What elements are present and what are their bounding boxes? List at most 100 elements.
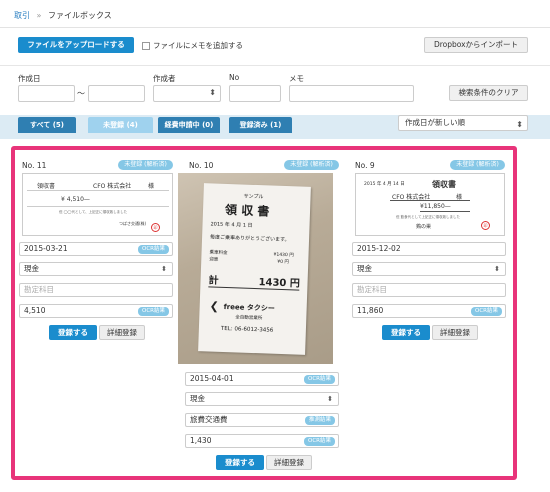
upload-file-button[interactable]: ファイルをアップロードする (18, 37, 134, 53)
ocr-result-tag: OCR結果 (138, 307, 169, 316)
filter-no-label: No (229, 73, 240, 82)
receipt-tel: TEL: 06-6012-3456 (220, 325, 274, 334)
receipt-thumbnail[interactable]: 領収書 CFO 株式会社 様 ¥ 4,510— 但 ◯◯代として、上記正に領収致… (22, 173, 173, 236)
seal-stamp-icon: 印 (151, 223, 160, 232)
detail-register-button[interactable]: 詳細登録 (99, 325, 145, 340)
add-memo-checkbox-row[interactable]: ファイルにメモを追加する (142, 40, 243, 51)
receipt-date: 2015 年 4 月 1 日 (210, 221, 253, 229)
register-button[interactable]: 登録する (49, 325, 97, 340)
receipt-area: 全自動営業所 (235, 315, 263, 322)
payment-value: 現金 (190, 394, 205, 403)
divider (390, 200, 470, 201)
receipt-sample-label: サンプル (243, 193, 264, 201)
payment-value: 現金 (24, 264, 39, 273)
filter-date-label: 作成日 (18, 74, 41, 83)
tab-expense-pending[interactable]: 経費申請中 (0) (158, 117, 220, 133)
receipt-thumbnail[interactable]: 2015 年 4 月 14 日 領収書 CFO 株式会社 様 ¥11,850— … (355, 173, 505, 236)
ocr-result-tag: OCR結果 (138, 245, 169, 254)
filter-creator-label: 作成者 (153, 74, 176, 83)
filter-memo-input[interactable] (289, 85, 414, 102)
date-field[interactable]: 2015-03-21 OCR結果 (19, 242, 173, 256)
account-placeholder: 勘定科目 (357, 285, 387, 294)
tab-unregistered[interactable]: 未登録 (4) (88, 117, 153, 133)
payment-select[interactable]: 現金 ⬍ (185, 392, 339, 406)
detail-register-button[interactable]: 詳細登録 (432, 325, 478, 340)
receipt-date: 2015 年 4 月 14 日 (364, 182, 405, 187)
add-memo-label: ファイルにメモを追加する (153, 41, 243, 50)
detail-register-button[interactable]: 詳細登録 (266, 455, 312, 470)
tab-registered[interactable]: 登録済み (1) (229, 117, 292, 133)
receipt-note: 但 飲食代として上記正に領収致しました (396, 215, 461, 219)
sort-select-value: 作成日が新しい順 (405, 118, 465, 127)
register-button[interactable]: 登録する (216, 455, 264, 470)
receipt-fare: ¥1430 円 (273, 252, 294, 259)
receipt-total: 1430 円 (258, 277, 301, 290)
payment-select[interactable]: 現金 ⬍ (19, 262, 173, 276)
divider (420, 211, 470, 212)
freee-logo-icon: ❮ (209, 299, 220, 313)
card-number: No. 11 (22, 161, 47, 170)
receipt-note: 但 ◯◯代として、上記正に領収致しました (59, 210, 128, 214)
dropbox-import-button[interactable]: Dropboxからインポート (424, 37, 528, 53)
card-number: No. 10 (189, 161, 214, 170)
clear-filters-button[interactable]: 検索条件のクリア (449, 85, 528, 101)
amount-field[interactable]: 11,860 OCR結果 (352, 304, 506, 318)
chevron-updown-icon: ⬍ (494, 265, 500, 273)
date-value: 2015-12-02 (357, 244, 401, 253)
breadcrumb-current: ファイルボックス (48, 11, 112, 20)
receipt-paper: サンプル 領 収 書 2015 年 4 月 1 日 毎度ご乗車ありがとうございま… (198, 183, 311, 355)
chevron-updown-icon: ⬍ (516, 120, 523, 129)
account-value: 旅費交通費 (190, 415, 228, 424)
guess-result-tag: 推測結果 (304, 416, 335, 425)
receipt-photo[interactable]: サンプル 領 収 書 2015 年 4 月 1 日 毎度ご乗車ありがとうございま… (178, 173, 333, 364)
amount-value: 1,430 (190, 436, 212, 445)
register-button[interactable]: 登録する (382, 325, 430, 340)
date-field[interactable]: 2015-12-02 (352, 242, 506, 256)
chevron-updown-icon: ⬍ (209, 88, 216, 97)
receipt-amount: ¥11,850— (420, 203, 451, 210)
date-field[interactable]: 2015-04-01 OCR結果 (185, 372, 339, 386)
amount-field[interactable]: 1,430 OCR結果 (185, 434, 339, 448)
payment-select[interactable]: 現金 ⬍ (352, 262, 506, 276)
breadcrumb: 取引 » ファイルボックス (0, 0, 550, 28)
ocr-result-tag: OCR結果 (304, 437, 335, 446)
amount-field[interactable]: 4,510 OCR結果 (19, 304, 173, 318)
receipt-company: CFO 株式会社 (93, 183, 132, 190)
ocr-result-tag: OCR結果 (304, 375, 335, 384)
divider (27, 190, 169, 191)
date-value: 2015-04-01 (190, 374, 234, 383)
chevron-updown-icon: ⬍ (161, 265, 167, 273)
divider (0, 65, 550, 66)
receipt-issuer: つばさ交通(株) (119, 221, 147, 226)
date-value: 2015-03-21 (24, 244, 68, 253)
status-badge: 未登録 (解析済) (284, 160, 339, 170)
amount-value: 4,510 (24, 306, 46, 315)
account-input[interactable]: 勘定科目 (352, 283, 506, 297)
filter-memo-label: メモ (289, 74, 304, 83)
receipt-title: 領収書 (37, 183, 56, 190)
receipt-fare-label: 乗車料金 (209, 250, 228, 257)
status-badge: 未登録 (解析済) (118, 160, 173, 170)
filter-no-input[interactable] (229, 85, 281, 102)
filter-date-from-input[interactable] (18, 85, 75, 102)
receipt-title: 領 収 書 (224, 202, 270, 219)
receipt-total-label: 計 (208, 275, 219, 287)
breadcrumb-link-deals[interactable]: 取引 (14, 11, 30, 20)
account-placeholder: 勘定科目 (24, 285, 54, 294)
account-input[interactable]: 旅費交通費 推測結果 (185, 413, 339, 427)
receipt-issuer: 鶏の巣 (416, 224, 432, 230)
receipt-brand: freee タクシー (223, 302, 275, 313)
sort-select[interactable]: 作成日が新しい順 ⬍ (398, 115, 528, 131)
add-memo-checkbox[interactable] (142, 41, 150, 50)
card-number: No. 9 (355, 161, 375, 170)
account-input[interactable]: 勘定科目 (19, 283, 173, 297)
receipt-amount: ¥ 4,510— (61, 196, 90, 203)
receipt-title: 領収書 (432, 180, 456, 189)
ocr-result-tag: OCR結果 (471, 307, 502, 316)
date-range-separator: 〜 (77, 89, 85, 98)
filter-creator-select[interactable]: ⬍ (153, 85, 221, 102)
tab-all[interactable]: すべて (5) (18, 117, 76, 133)
filter-date-to-input[interactable] (88, 85, 145, 102)
receipt-thanks: 毎度ご乗車ありがとうございます。 (209, 234, 290, 244)
receipt-toll: ¥0 円 (277, 259, 290, 266)
